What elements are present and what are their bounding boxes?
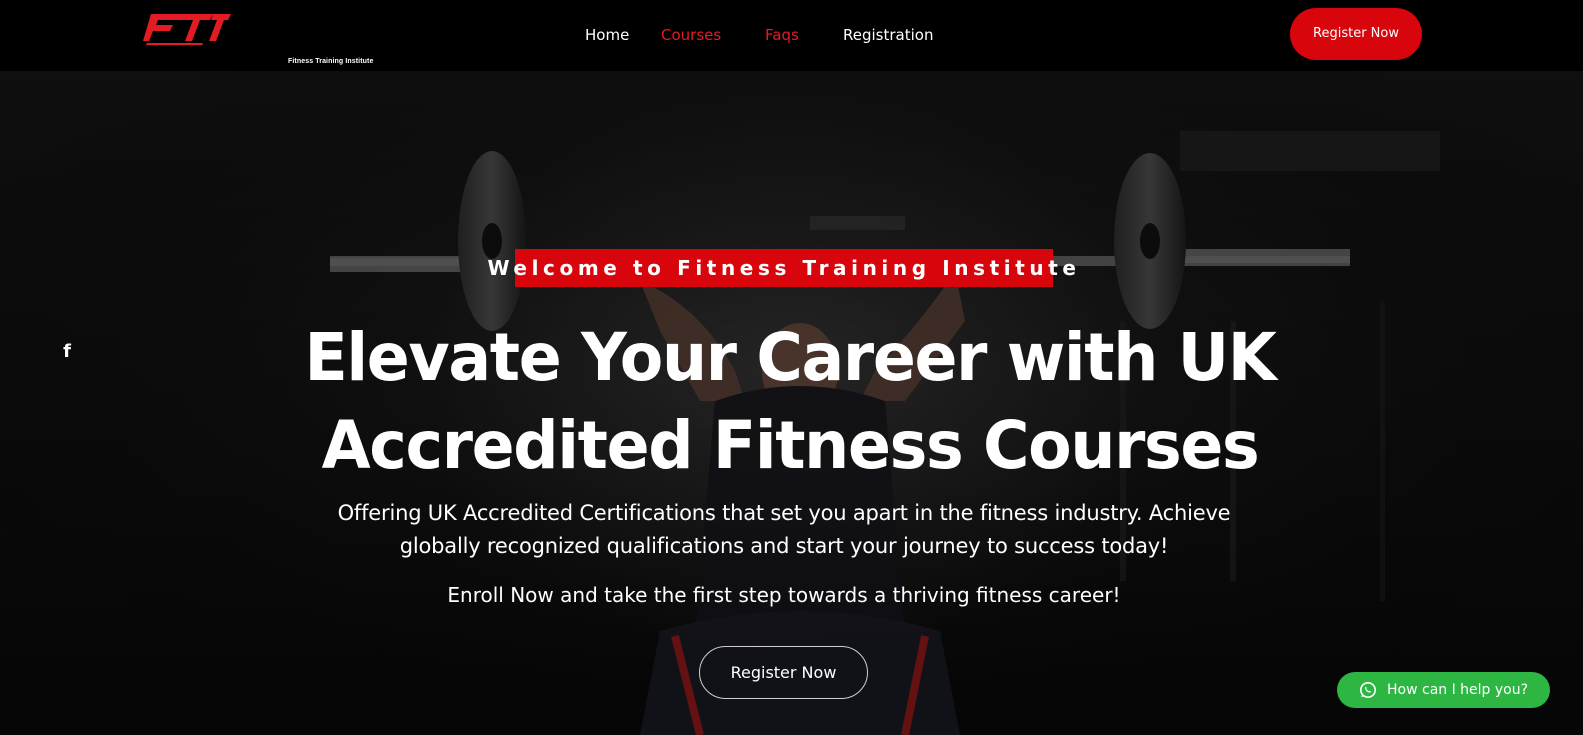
hero-subtitle: Offering UK Accredited Certifications th… bbox=[280, 497, 1288, 563]
chat-help-button[interactable]: How can I help you? bbox=[1337, 672, 1550, 708]
hero-subtitle-line-2: globally recognized qualifications and s… bbox=[399, 534, 1169, 558]
whatsapp-icon bbox=[1360, 682, 1376, 698]
nav-faqs[interactable]: Faqs bbox=[765, 24, 799, 46]
navbar: Fitness Training Institute Home Courses … bbox=[0, 0, 1583, 71]
register-now-hero-button[interactable]: Register Now bbox=[699, 646, 868, 699]
register-now-header-button[interactable]: Register Now bbox=[1290, 8, 1422, 60]
chat-help-label: How can I help you? bbox=[1387, 682, 1529, 698]
hero-enroll-text: Enroll Now and take the first step towar… bbox=[447, 583, 1121, 607]
hero-title-line-2: Accredited Fitness Courses bbox=[321, 407, 1260, 484]
logo-mark bbox=[143, 14, 231, 45]
hero-subtitle-line-1: Offering UK Accredited Certifications th… bbox=[337, 501, 1231, 525]
hero-title-line-1: Elevate Your Career with UK bbox=[304, 319, 1276, 396]
nav-registration[interactable]: Registration bbox=[843, 24, 933, 46]
facebook-icon[interactable]: f bbox=[60, 341, 74, 363]
nav-home[interactable]: Home bbox=[585, 24, 629, 46]
logo-tagline: Fitness Training Institute bbox=[288, 58, 374, 65]
page: Fitness Training Institute Home Courses … bbox=[0, 0, 1583, 735]
welcome-badge: Welcome to Fitness Training Institute bbox=[487, 249, 1076, 287]
welcome-text: Welcome to Fitness Training Institute bbox=[487, 256, 1081, 280]
logo[interactable]: Fitness Training Institute bbox=[143, 10, 373, 65]
nav-courses[interactable]: Courses bbox=[661, 24, 721, 46]
hero-section: f Welcome to Fitness Training Institute … bbox=[0, 71, 1583, 735]
hero-title: Elevate Your Career with UK Accredited F… bbox=[262, 314, 1318, 490]
